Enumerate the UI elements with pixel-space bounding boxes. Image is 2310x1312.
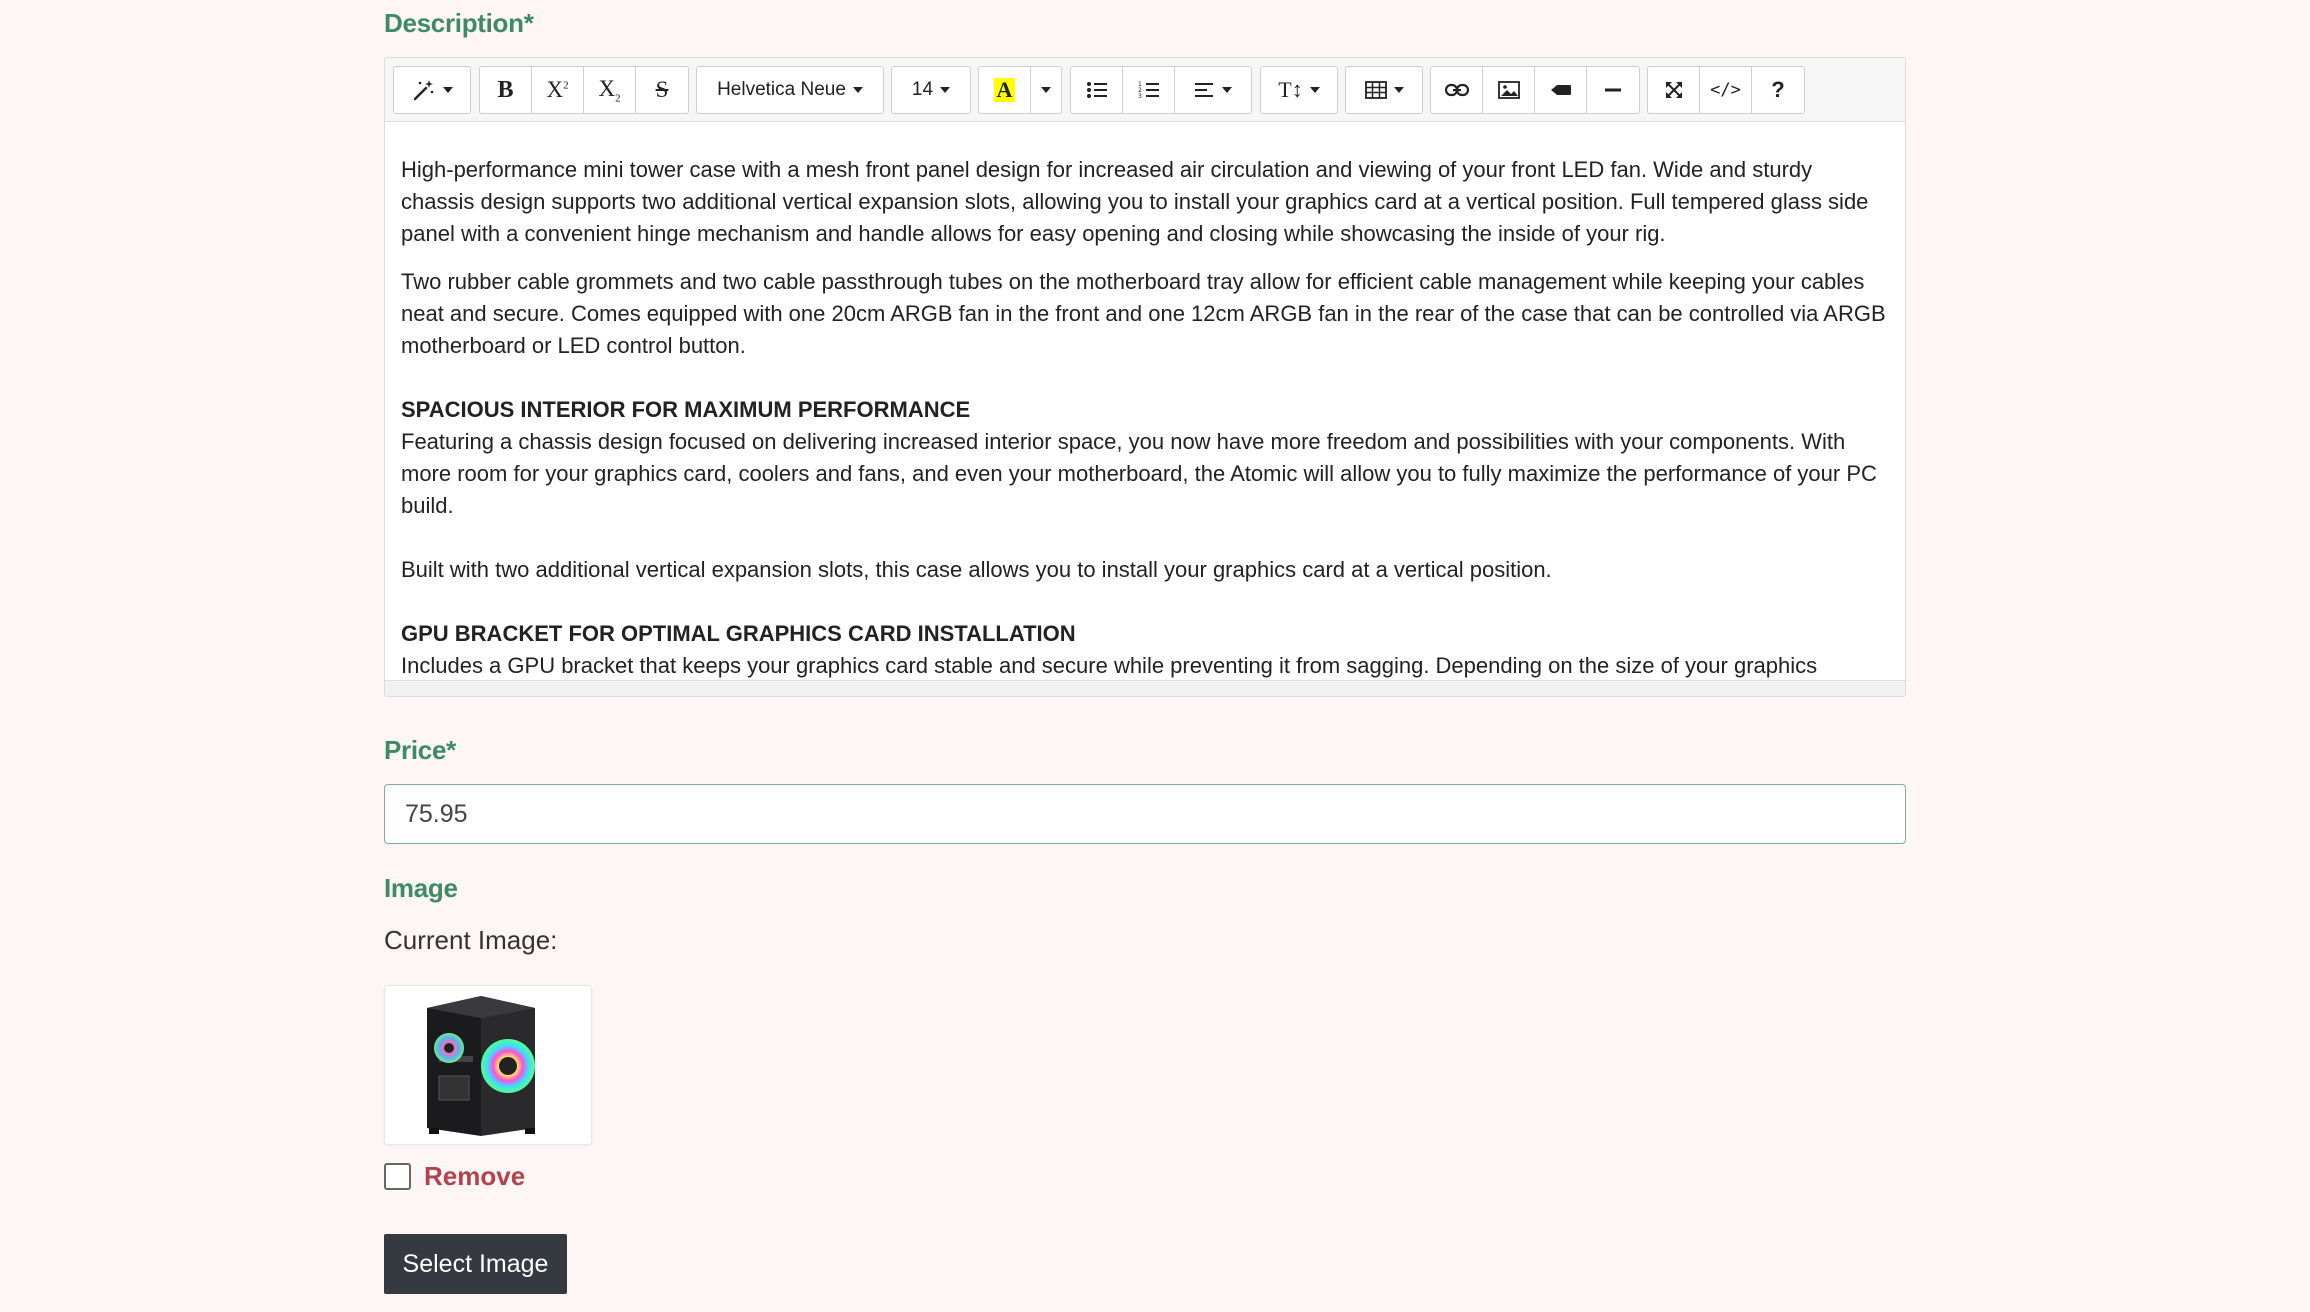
line-height-group: T↕ — [1260, 66, 1338, 114]
help-button[interactable]: ? — [1752, 67, 1804, 113]
rich-text-editor: B X2 X2 S Helvetica Neue 14 A 1 2 3 T↕ <… — [384, 57, 1906, 697]
font-format-group: B X2 X2 S — [479, 66, 689, 114]
bullet-list-icon — [1086, 82, 1107, 98]
picture-icon — [1497, 81, 1520, 99]
style-group — [393, 66, 471, 114]
color-group: A — [978, 66, 1062, 114]
bold-button[interactable]: B — [480, 67, 532, 113]
numbered-list-icon: 1 2 3 — [1138, 81, 1159, 100]
unordered-list-button[interactable] — [1071, 67, 1123, 113]
remove-row: Remove — [384, 1161, 525, 1192]
description-heading-1: SPACIOUS INTERIOR FOR MAXIMUM PERFORMANC… — [401, 397, 971, 422]
chevron-down-icon — [1041, 87, 1051, 93]
insert-group — [1430, 66, 1640, 114]
select-image-button[interactable]: Select Image — [384, 1234, 567, 1294]
link-button[interactable] — [1431, 67, 1483, 113]
chevron-down-icon — [1309, 87, 1320, 93]
superscript-button[interactable]: X2 — [532, 67, 584, 113]
remove-label[interactable]: Remove — [424, 1161, 525, 1192]
fullscreen-button[interactable] — [1648, 67, 1700, 113]
description-label: Description* — [384, 8, 534, 38]
chevron-down-icon — [442, 87, 453, 93]
code-view-button[interactable]: </> — [1700, 67, 1752, 113]
line-height-icon: T↕ — [1278, 77, 1303, 102]
remove-checkbox[interactable] — [384, 1163, 411, 1190]
font-family-dropdown[interactable]: Helvetica Neue — [697, 67, 883, 113]
font-family-value: Helvetica Neue — [717, 79, 846, 100]
strikethrough-icon: S — [655, 77, 669, 102]
align-dropdown[interactable] — [1175, 67, 1251, 113]
video-icon — [1550, 85, 1571, 95]
price-input[interactable] — [384, 784, 1906, 844]
description-paragraph-1: High-performance mini tower case with a … — [401, 157, 1869, 246]
magic-wand-icon — [413, 80, 433, 101]
font-size-group: 14 — [891, 66, 971, 114]
current-image-label: Current Image: — [384, 925, 558, 955]
font-size-dropdown[interactable]: 14 — [892, 67, 970, 113]
expand-icon — [1665, 82, 1682, 98]
editor-content[interactable]: High-performance mini tower case with a … — [385, 122, 1905, 678]
subscript-button[interactable]: X2 — [584, 67, 636, 113]
color-dropdown-button[interactable] — [1031, 67, 1061, 113]
bold-icon: B — [497, 76, 514, 103]
superscript-icon: X2 — [546, 77, 569, 102]
code-icon: </> — [1710, 80, 1741, 100]
misc-group: </> ? — [1647, 66, 1805, 114]
video-button[interactable] — [1535, 67, 1587, 113]
style-button[interactable] — [394, 67, 470, 113]
subscript-icon: X2 — [598, 75, 621, 105]
pc-case-image — [427, 996, 535, 1136]
horizontal-rule-button[interactable] — [1587, 67, 1639, 113]
chevron-down-icon — [1221, 87, 1232, 93]
ordered-list-button[interactable]: 1 2 3 — [1123, 67, 1175, 113]
highlight-icon: A — [993, 78, 1016, 102]
table-dropdown[interactable] — [1346, 67, 1422, 113]
description-paragraph-2: Two rubber cable grommets and two cable … — [401, 269, 1886, 358]
description-paragraph-5: Includes a GPU bracket that keeps your g… — [401, 653, 1818, 678]
chevron-down-icon — [852, 87, 863, 93]
chevron-down-icon — [940, 87, 951, 93]
font-size-value: 14 — [911, 79, 934, 100]
image-button[interactable] — [1483, 67, 1535, 113]
strikethrough-button[interactable]: S — [636, 67, 688, 113]
svg-text:3: 3 — [1138, 93, 1142, 100]
description-paragraph-4: Built with two additional vertical expan… — [401, 557, 1552, 582]
price-label: Price* — [384, 735, 456, 765]
link-icon — [1444, 83, 1469, 97]
paragraph-group: 1 2 3 — [1070, 66, 1252, 114]
align-left-icon — [1194, 83, 1213, 97]
editor-toolbar: B X2 X2 S Helvetica Neue 14 A 1 2 3 T↕ <… — [385, 58, 1905, 122]
line-height-dropdown[interactable]: T↕ — [1261, 67, 1337, 113]
help-icon: ? — [1771, 77, 1785, 102]
chevron-down-icon — [1393, 87, 1404, 93]
text-color-button[interactable]: A — [979, 67, 1031, 113]
table-icon — [1364, 81, 1387, 99]
table-group — [1345, 66, 1423, 114]
minus-icon — [1605, 88, 1621, 92]
description-paragraph-3: Featuring a chassis design focused on de… — [401, 429, 1877, 518]
editor-resize-bar[interactable] — [385, 680, 1905, 696]
description-heading-2: GPU BRACKET FOR OPTIMAL GRAPHICS CARD IN… — [401, 621, 1076, 646]
font-family-group: Helvetica Neue — [696, 66, 884, 114]
image-label: Image — [384, 873, 458, 903]
product-image-thumbnail — [384, 985, 592, 1145]
